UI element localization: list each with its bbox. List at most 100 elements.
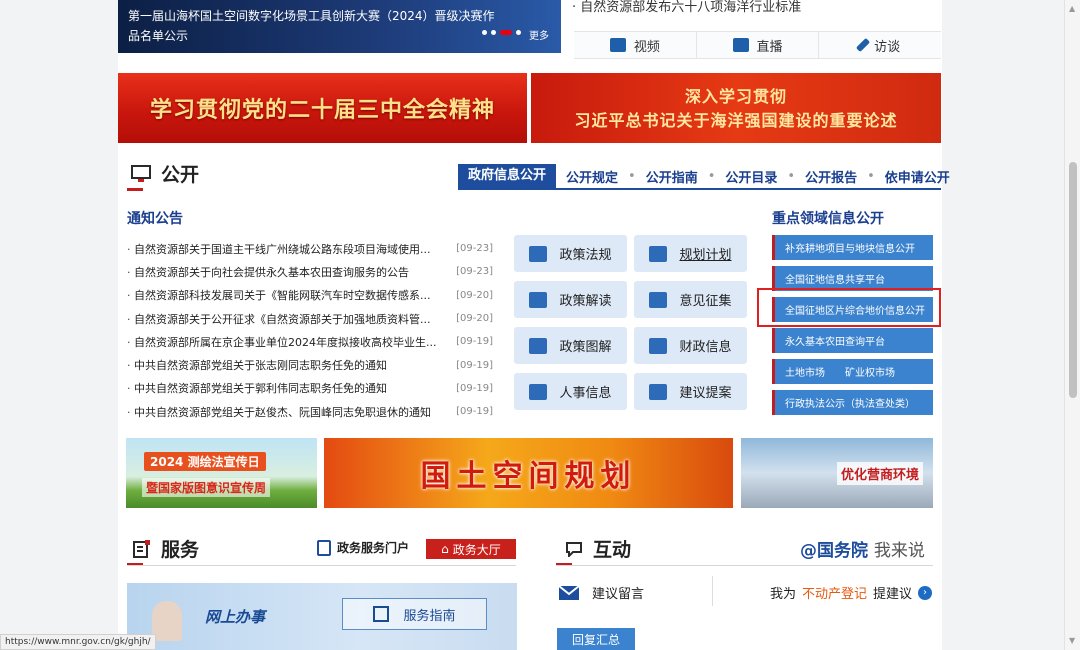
tab-apply[interactable]: 依申请公开	[875, 167, 960, 186]
quick-label: 财政信息	[679, 340, 732, 355]
arrow-right-icon: ›	[918, 585, 933, 600]
news-carousel[interactable]: 第一届山海杯国土空间数字化场景工具创新大赛（2024）晋级决赛作品名单公示 更多	[118, 0, 561, 53]
notice-item-title[interactable]: 自然资源部关于向社会提供永久基本农田查询服务的公告	[127, 264, 437, 280]
notice-item-title[interactable]: 中共自然资源部党组关于张志刚同志职务任免的通知	[127, 357, 437, 373]
tab-catalog[interactable]: 公开目录	[715, 167, 787, 186]
edit-icon	[649, 291, 668, 308]
service-hall-button[interactable]: ⌂ 政务大厅	[426, 539, 516, 559]
list-item[interactable]: 中共自然资源部党组关于郭利伟同志职务任免的通知 [09-19]	[127, 377, 493, 400]
tab-separator: •	[867, 168, 875, 184]
carousel-dot[interactable]	[482, 30, 487, 35]
notice-item-date: [09-19]	[456, 406, 493, 418]
promo-survey-line1: 2024 测绘法宣传日	[144, 452, 266, 471]
video-icon	[609, 38, 626, 52]
online-service-banner[interactable]: 网上办事 服务指南	[127, 583, 517, 650]
tab-guide[interactable]: 公开指南	[636, 167, 708, 186]
interaction-title: 互动	[593, 539, 632, 561]
list-item[interactable]: 自然资源部关于向社会提供永久基本农田查询服务的公告 [09-23]	[127, 260, 493, 283]
carousel-dots[interactable]	[482, 30, 521, 35]
document-icon	[529, 291, 548, 308]
scrollbar[interactable]: ▲ ▼	[1064, 0, 1080, 650]
portal-icon	[317, 539, 331, 556]
carousel-more-link[interactable]: 更多	[529, 27, 549, 42]
service-guide-button[interactable]: 服务指南	[342, 598, 487, 630]
tab-rules[interactable]: 公开规定	[556, 167, 628, 186]
focus-title: 重点领域信息公开	[772, 211, 884, 227]
focus-item[interactable]: 土地市场 矿业权市场	[772, 359, 933, 384]
media-live[interactable]: 直播	[697, 32, 820, 58]
promo-survey-day[interactable]: 2024 测绘法宣传日 暨国家版图意识宣传周	[126, 438, 317, 508]
quick-label: 建议提案	[679, 386, 732, 401]
service-header: 服务	[133, 535, 199, 562]
suggest-highlight: 不动产登记	[802, 587, 868, 602]
clipboard-icon	[649, 383, 668, 400]
promo-business-env[interactable]: 优化营商环境	[741, 438, 933, 508]
notice-item-date: [09-19]	[456, 359, 493, 371]
list-item[interactable]: 中共自然资源部党组关于赵俊杰、阮国峰同志免职退休的通知 [09-19]	[127, 400, 493, 423]
scrollbar-thumb[interactable]	[1069, 162, 1077, 398]
top-news-link[interactable]: · 自然资源部发布六十八项海洋行业标准	[572, 0, 942, 15]
media-interview-label: 访谈	[874, 39, 901, 55]
carousel-dot[interactable]	[516, 30, 521, 35]
notice-item-title[interactable]: 中共自然资源部党组关于郭利伟同志职务任免的通知	[127, 380, 437, 396]
message-link[interactable]: 建议留言	[558, 583, 644, 602]
scroll-down-icon[interactable]: ▼	[1069, 636, 1075, 645]
message-label: 建议留言	[592, 587, 645, 602]
service-portal-link[interactable]: 政务服务门户	[317, 539, 409, 556]
quick-label: 规划计划	[679, 248, 732, 263]
quick-interpretation[interactable]: 政策解读	[514, 281, 627, 318]
notice-item-date: [09-19]	[456, 336, 493, 348]
banner-ocean-line1: 深入学习贯彻	[684, 87, 787, 106]
notice-item-title[interactable]: 自然资源部关于国道主干线广州绕城公路东段项目海域使用...	[127, 241, 437, 257]
media-video[interactable]: 视频	[574, 32, 697, 58]
edit-list-icon	[133, 539, 150, 558]
online-title: 网上办事	[205, 608, 266, 626]
live-tv-icon	[732, 38, 749, 52]
focus-list: 补充耕地项目与地块信息公开 全国征地信息共享平台 全国征地区片综合地价信息公开 …	[772, 235, 933, 421]
reply-summary-button[interactable]: 回复汇总	[557, 628, 635, 650]
notice-item-title[interactable]: 中共自然资源部党组关于赵俊杰、阮国峰同志免职退休的通知	[127, 404, 437, 420]
promo-spatial-planning[interactable]: 国土空间规划	[324, 438, 733, 508]
list-item[interactable]: 自然资源部科技发展司关于《智能网联汽车时空数据传感系... [09-20]	[127, 284, 493, 307]
notice-title[interactable]: 通知公告	[127, 208, 183, 228]
carousel-dot-active[interactable]	[500, 30, 512, 35]
carousel-caption[interactable]: 第一届山海杯国土空间数字化场景工具创新大赛（2024）晋级决赛作品名单公示	[128, 6, 498, 46]
focus-item[interactable]: 行政执法公示（执法查处类）	[772, 390, 933, 415]
chat-bubble-icon	[566, 541, 582, 557]
quick-graphics[interactable]: 政策图解	[514, 327, 627, 364]
media-interview[interactable]: 访谈	[819, 32, 941, 58]
list-item[interactable]: 自然资源部所属在京企事业单位2024年度拟接收高校毕业生... [09-19]	[127, 330, 493, 353]
focus-item[interactable]: 永久基本农田查询平台	[772, 328, 933, 353]
media-live-label: 直播	[756, 39, 783, 55]
service-guide-label: 服务指南	[403, 608, 456, 624]
suggest-link[interactable]: 我为 不动产登记 提建议 ›	[770, 583, 933, 602]
notice-item-title[interactable]: 自然资源部科技发展司关于《智能网联汽车时空数据传感系...	[127, 287, 437, 303]
tab-separator: •	[707, 168, 716, 184]
quick-policy-laws[interactable]: 政策法规	[514, 235, 627, 272]
quick-opinion[interactable]: 意见征集	[634, 281, 747, 318]
book-icon	[529, 337, 548, 354]
quick-proposal[interactable]: 建议提案	[634, 373, 747, 410]
carousel-dot[interactable]	[491, 30, 496, 35]
ledger-icon	[649, 337, 668, 354]
tab-gov-info[interactable]: 政府信息公开	[458, 164, 557, 188]
notice-item-title[interactable]: 自然资源部所属在京企事业单位2024年度拟接收高校毕业生...	[127, 334, 437, 350]
list-item[interactable]: 自然资源部关于国道主干线广州绕城公路东段项目海域使用... [09-23]	[127, 237, 493, 260]
notice-item-date: [09-20]	[456, 289, 493, 301]
quick-finance[interactable]: 财政信息	[634, 327, 747, 364]
list-item[interactable]: 自然资源部关于公开征求《自然资源部关于加强地质资料管... [09-20]	[127, 307, 493, 330]
interaction-header: 互动	[565, 535, 631, 562]
notice-item-date: [09-23]	[456, 243, 493, 255]
banner-ocean[interactable]: 深入学习贯彻 习近平总书记关于海洋强国建设的重要论述	[531, 73, 941, 143]
focus-item[interactable]: 补充耕地项目与地块信息公开	[772, 235, 933, 260]
tab-report[interactable]: 公开报告	[795, 167, 867, 186]
scroll-up-icon[interactable]: ▲	[1069, 4, 1075, 13]
notice-item-title[interactable]: 自然资源部关于公开征求《自然资源部关于加强地质资料管...	[127, 311, 437, 327]
quick-planning[interactable]: 规划计划	[634, 235, 747, 272]
list-item[interactable]: 中共自然资源部党组关于张志刚同志职务任免的通知 [09-19]	[127, 353, 493, 376]
quick-personnel[interactable]: 人事信息	[514, 373, 627, 410]
banner-plenum[interactable]: 学习贯彻党的二十届三中全会精神	[118, 73, 527, 143]
promo-survey-line2: 暨国家版图意识宣传周	[142, 478, 271, 497]
state-council-link[interactable]: @国务院 我来说	[800, 536, 925, 561]
hall-icon: ⌂	[441, 542, 449, 556]
